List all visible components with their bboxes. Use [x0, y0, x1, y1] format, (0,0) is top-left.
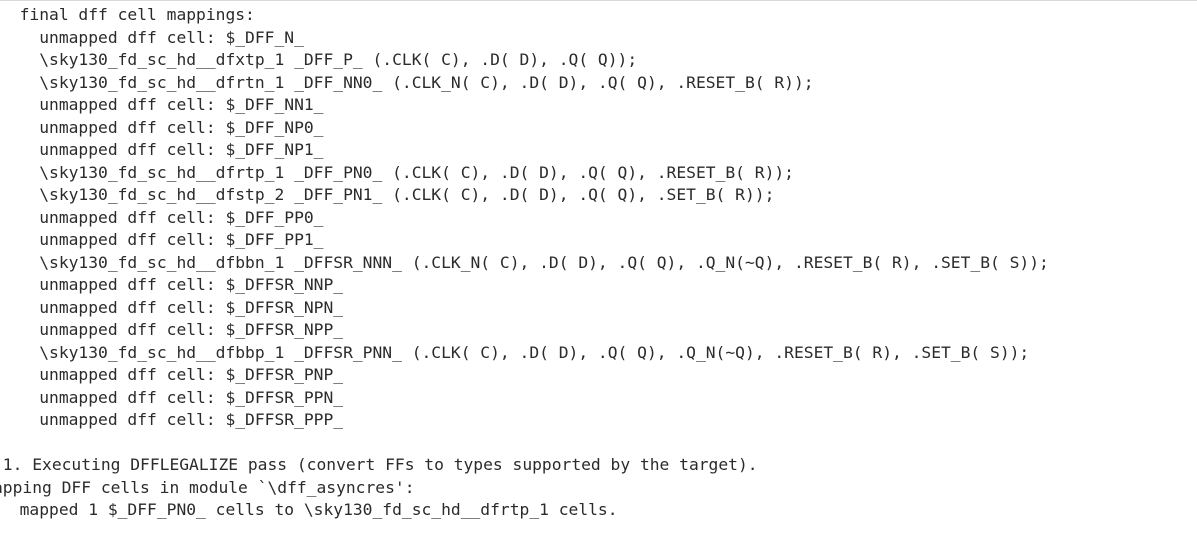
log-line: unmapped dff cell: $_DFF_NP0_: [0, 117, 324, 137]
log-line: unmapped dff cell: $_DFFSR_NPP_: [0, 320, 344, 339]
log-line: unmapped dff cell: $_DFFSR_PPN_: [0, 387, 344, 407]
log-line: \sky130_fd_sc_hd__dfxtp_1 _DFF_P_ (.CLK(…: [0, 50, 638, 69]
log-line: \sky130_fd_sc_hd__dfrtp_1 _DFF_PN0_ (.CL…: [0, 162, 794, 182]
log-line: unmapped dff cell: $_DFFSR_PPP_: [0, 410, 344, 429]
log-line: \sky130_fd_sc_hd__dfbbn_1 _DFFSR_NNN_ (.…: [0, 252, 1049, 272]
log-line: unmapped dff cell: $_DFFSR_NNP_: [0, 275, 344, 294]
log-line: \sky130_fd_sc_hd__dfbbp_1 _DFFSR_PNN_ (.…: [0, 342, 1030, 362]
log-line: .1. Executing DFFLEGALIZE pass (convert …: [0, 455, 758, 474]
log-line: unmapped dff cell: $_DFF_N_: [0, 27, 304, 47]
log-line: unmapped dff cell: $_DFF_PP1_: [0, 230, 324, 249]
log-line: unmapped dff cell: $_DFF_PP0_: [0, 207, 324, 227]
top-border: [0, 0, 1197, 1]
log-line: unmapped dff cell: $_DFFSR_PNP_: [0, 365, 344, 384]
terminal-output[interactable]: final dff cell mappings: unmapped dff ce…: [0, 4, 1197, 534]
log-line: unmapped dff cell: $_DFF_NP1_: [0, 140, 324, 159]
log-line: \sky130_fd_sc_hd__dfrtn_1 _DFF_NN0_ (.CL…: [0, 72, 814, 92]
log-line: \sky130_fd_sc_hd__dfstp_2 _DFF_PN1_ (.CL…: [0, 185, 775, 204]
log-line: unmapped dff cell: $_DFF_NN1_: [0, 95, 324, 114]
log-line: apping DFF cells in module `\dff_asyncre…: [0, 477, 415, 497]
log-line: unmapped dff cell: $_DFFSR_NPN_: [0, 297, 344, 317]
log-line: mapped 1 $_DFF_PN0_ cells to \sky130_fd_…: [0, 500, 618, 519]
log-line: final dff cell mappings:: [0, 5, 255, 24]
